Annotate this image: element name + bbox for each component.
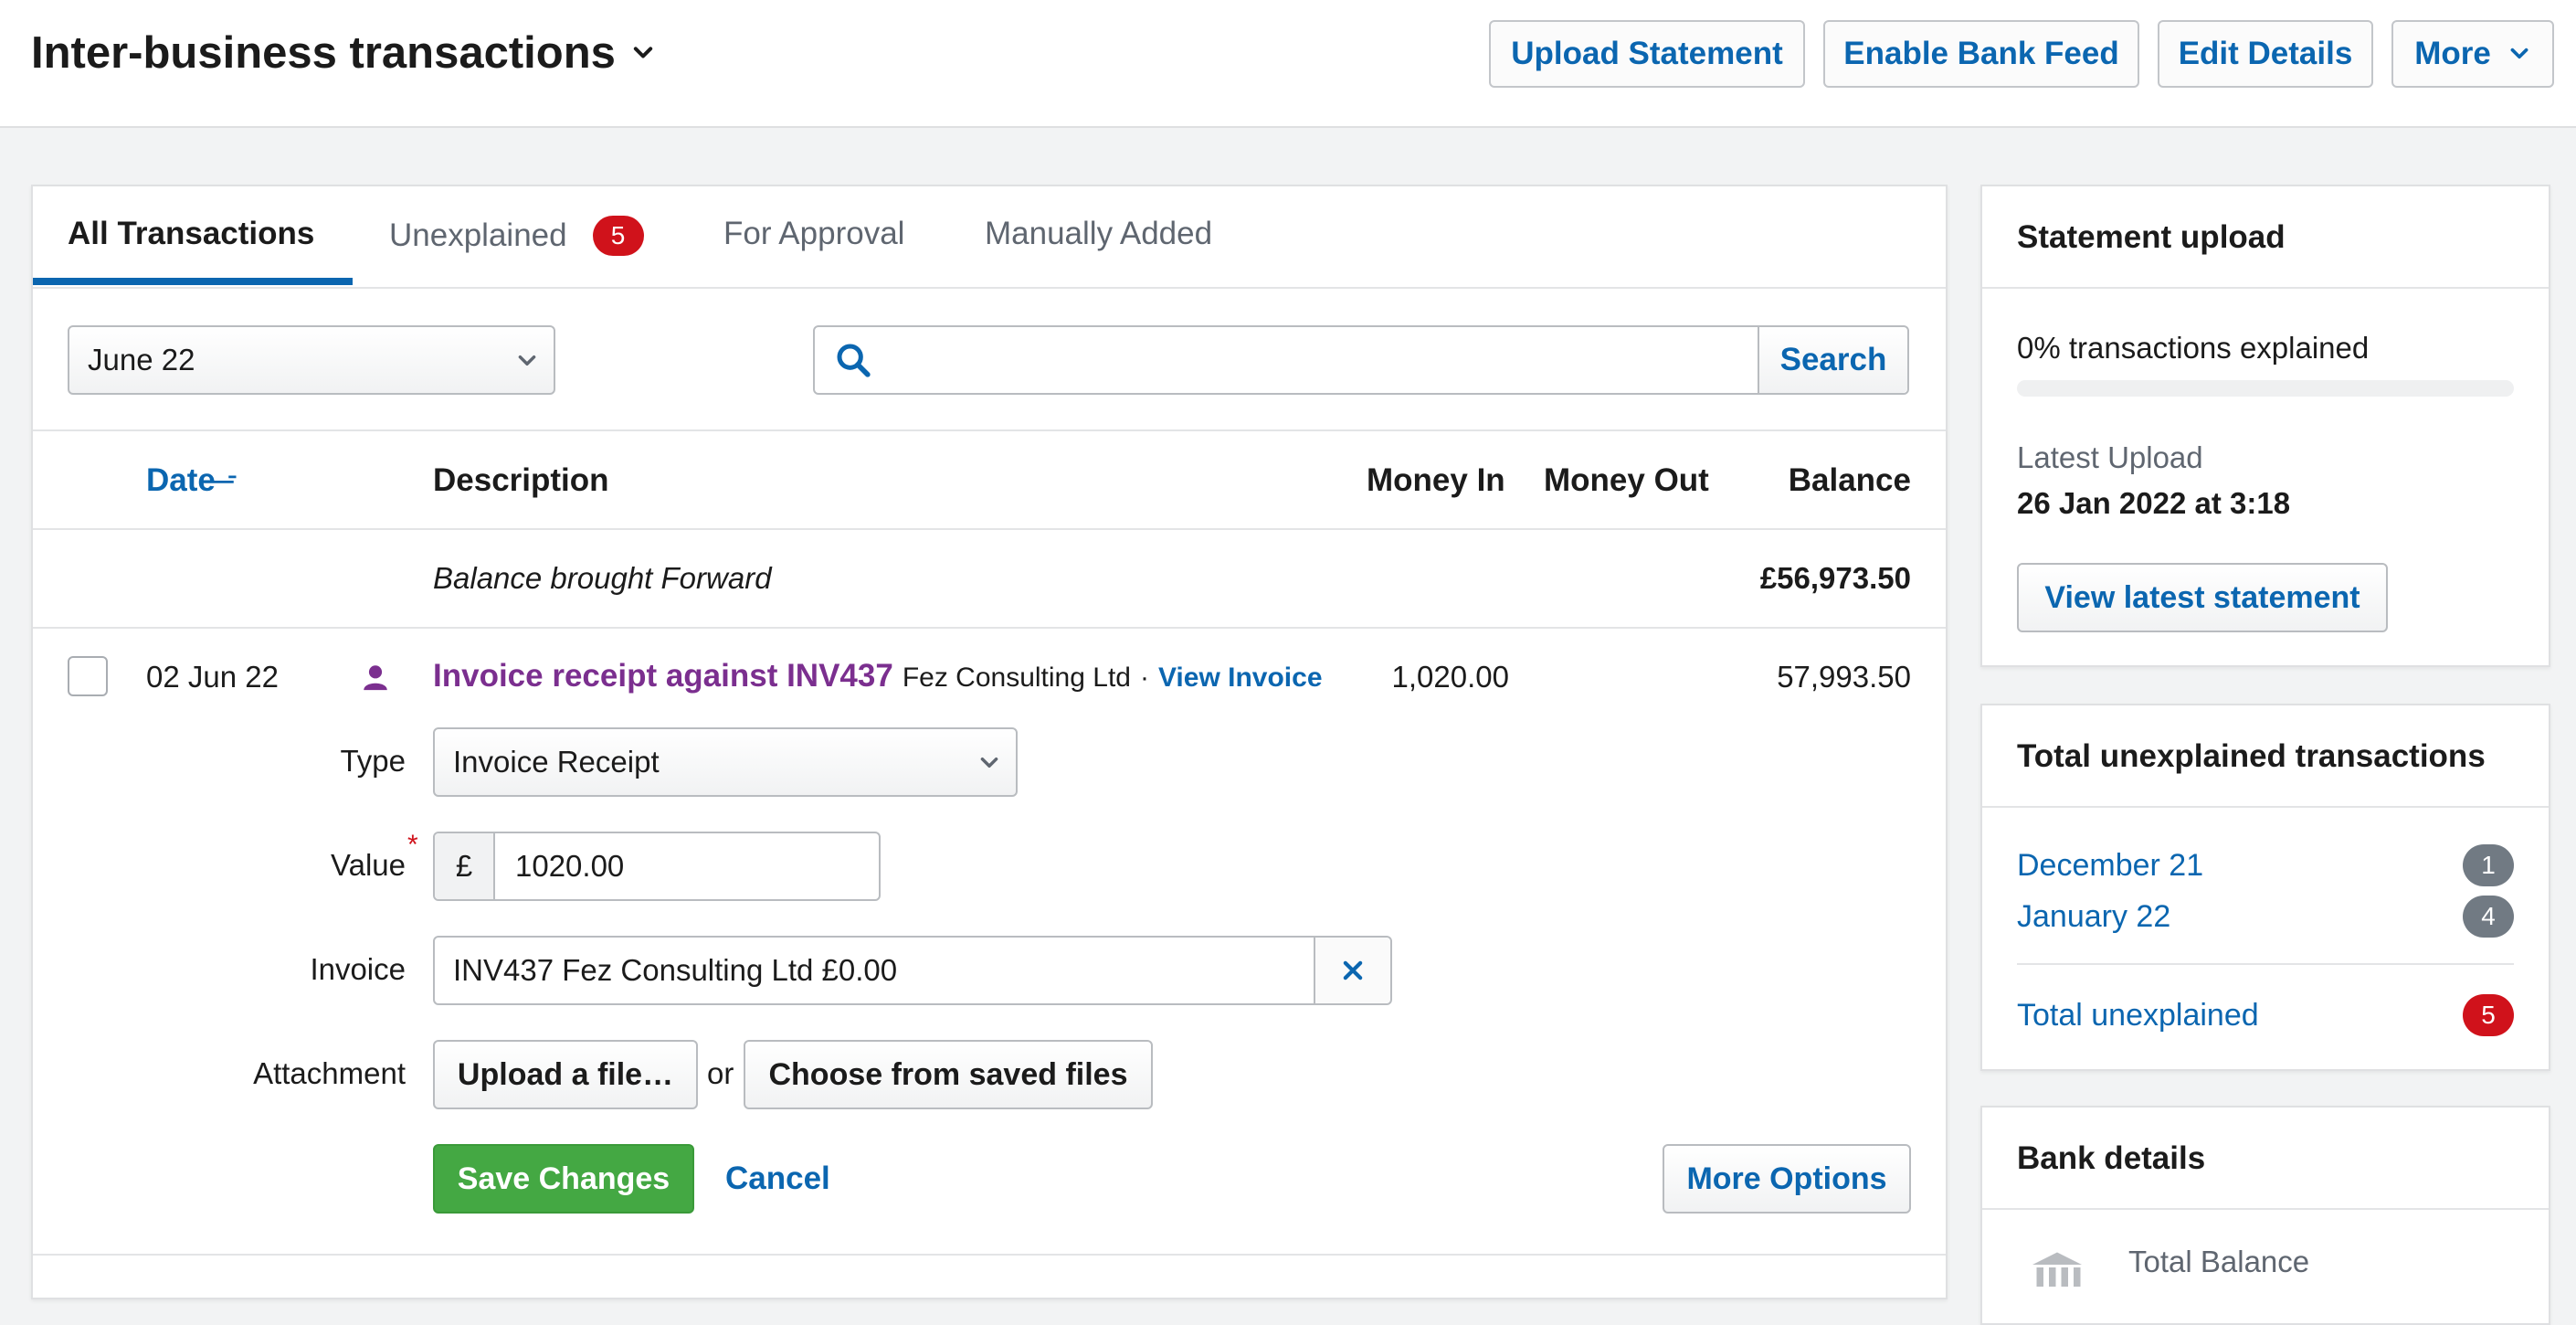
transaction-description-link[interactable]: Invoice receipt against INV437 (433, 658, 893, 694)
count-badge: 4 (2463, 896, 2514, 938)
transactions-panel: All Transactions Unexplained 5 For Appro… (31, 185, 1948, 1299)
money-in-column-header: Money In (1367, 462, 1505, 498)
total-unexplained-link[interactable]: Total unexplained (2017, 998, 2259, 1034)
divider (2017, 963, 2514, 965)
cancel-link[interactable]: Cancel (725, 1161, 830, 1197)
total-balance-label: Total Balance (2128, 1245, 2310, 1278)
divider (33, 429, 1946, 431)
transaction-company: Fez Consulting Ltd (902, 662, 1131, 693)
bank-details-card: Bank details Total Balance (1980, 1106, 2550, 1325)
tab-label: All Transactions (68, 216, 315, 251)
tab-label: Manually Added (985, 216, 1213, 251)
tab-manually-added[interactable]: Manually Added (985, 216, 1212, 252)
more-button-label: More (2414, 36, 2491, 71)
search-box: Search (813, 325, 1909, 395)
divider (33, 528, 1946, 530)
search-icon (837, 344, 871, 377)
tab-label: Unexplained (389, 217, 567, 253)
transaction-date: 02 Jun 22 (146, 660, 279, 694)
balance-column-header: Balance (1788, 462, 1911, 498)
more-menu-button[interactable]: More (2391, 20, 2554, 88)
search-input[interactable] (888, 331, 1750, 391)
sort-icon (200, 475, 237, 483)
description-column-header: Description (433, 462, 609, 498)
enable-bank-feed-button[interactable]: Enable Bank Feed (1823, 20, 2139, 88)
divider (1982, 1208, 2549, 1210)
invoice-label: Invoice (310, 952, 406, 986)
attachment-label: Attachment (253, 1056, 406, 1090)
unexplained-month-link-december[interactable]: December 21 (2017, 848, 2203, 884)
user-icon (364, 665, 387, 691)
choose-saved-files-button[interactable]: Choose from saved files (744, 1040, 1153, 1109)
currency-addon: £ (435, 833, 495, 899)
progress-text: 0% transactions explained (2017, 331, 2370, 365)
active-tab-indicator (33, 278, 353, 285)
tab-unexplained[interactable]: Unexplained 5 (389, 216, 644, 256)
tab-all-transactions[interactable]: All Transactions (68, 216, 314, 252)
chevron-down-icon (2510, 48, 2528, 59)
view-invoice-link[interactable]: View Invoice (1158, 662, 1323, 694)
tab-for-approval[interactable]: For Approval (723, 216, 904, 252)
upload-file-button[interactable]: Upload a file… (433, 1040, 698, 1109)
bank-icon (2032, 1252, 2082, 1287)
balance-brought-forward-label: Balance brought Forward (433, 561, 772, 595)
tab-label: For Approval (723, 216, 905, 251)
divider (1982, 806, 2549, 808)
divider (1982, 287, 2549, 289)
total-unexplained-badge: 5 (2463, 994, 2514, 1036)
chevron-down-icon (633, 47, 653, 58)
clear-invoice-button[interactable] (1314, 938, 1390, 1003)
month-select[interactable]: June 22 (68, 325, 555, 395)
more-options-button[interactable]: More Options (1663, 1144, 1911, 1214)
statement-upload-title: Statement upload (2017, 219, 2286, 255)
save-changes-button[interactable]: Save Changes (433, 1144, 694, 1214)
separator-dot: · (1139, 662, 1149, 693)
invoice-field-value: INV437 Fez Consulting Ltd £0.00 (453, 953, 898, 987)
unexplained-summary-card: Total unexplained transactions December … (1980, 704, 2550, 1071)
count-badge: 1 (2463, 844, 2514, 886)
required-asterisk: * (407, 830, 418, 860)
statement-upload-card: Statement upload 0% transactions explain… (1980, 185, 2550, 667)
invoice-field[interactable]: INV437 Fez Consulting Ltd £0.00 (433, 936, 1392, 1005)
type-select-value: Invoice Receipt (453, 745, 660, 779)
unexplained-summary-title: Total unexplained transactions (2017, 738, 2486, 774)
latest-upload-value: 26 Jan 2022 at 3:18 (2017, 486, 2291, 520)
chevron-down-icon (518, 355, 536, 366)
divider (33, 1254, 1946, 1256)
divider (33, 627, 1946, 629)
date-column-header[interactable]: Date (146, 462, 248, 499)
search-button[interactable]: Search (1758, 327, 1907, 393)
explained-progress-bar (2017, 380, 2514, 397)
top-header: Inter-business transactions Upload State… (0, 0, 2576, 128)
value-input[interactable]: 1020.00 (495, 849, 624, 884)
value-label: Value (331, 848, 406, 882)
row-select-checkbox[interactable] (68, 656, 108, 696)
money-out-column-header: Money Out (1544, 462, 1709, 498)
unexplained-month-link-january[interactable]: January 22 (2017, 899, 2170, 935)
latest-upload-label: Latest Upload (2017, 440, 2203, 474)
bank-details-title: Bank details (2017, 1140, 2206, 1176)
type-select[interactable]: Invoice Receipt (433, 727, 1018, 797)
chevron-down-icon (980, 757, 998, 768)
account-switcher[interactable]: Inter-business transactions (31, 27, 656, 79)
unexplained-count-badge: 5 (592, 216, 644, 256)
page-title: Inter-business transactions (31, 28, 616, 78)
balance-brought-forward-value: £56,973.50 (1759, 561, 1911, 595)
value-input-group: £ 1020.00 (433, 832, 881, 901)
upload-statement-button[interactable]: Upload Statement (1489, 20, 1805, 88)
type-label: Type (340, 744, 406, 778)
view-latest-statement-button[interactable]: View latest statement (2017, 563, 2388, 632)
edit-details-button[interactable]: Edit Details (2158, 20, 2373, 88)
transaction-balance: 57,993.50 (1777, 660, 1911, 694)
or-text: or (707, 1056, 734, 1090)
transaction-description: Invoice receipt against INV437 Fez Consu… (433, 658, 1323, 694)
transaction-tabs: All Transactions Unexplained 5 For Appro… (33, 186, 1946, 289)
close-icon (1343, 960, 1363, 980)
transaction-money-in: 1,020.00 (1391, 660, 1509, 694)
month-select-value: June 22 (88, 343, 195, 376)
